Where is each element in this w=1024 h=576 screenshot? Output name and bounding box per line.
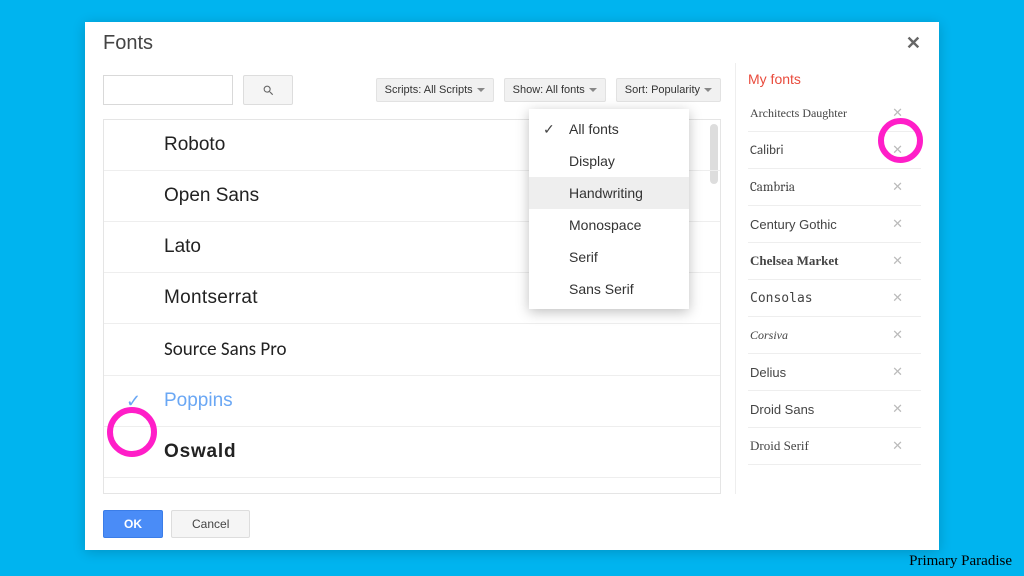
my-font-row[interactable]: Architects Daughter ✕ xyxy=(748,95,921,132)
font-name: Roboto xyxy=(164,134,225,156)
search-button[interactable] xyxy=(243,75,293,105)
my-font-row[interactable]: Century Gothic ✕ xyxy=(748,206,921,243)
search-icon xyxy=(262,84,275,97)
my-font-row[interactable]: Consolas ✕ xyxy=(748,280,921,317)
dropdown-item-label: Monospace xyxy=(569,217,641,233)
font-name: Source Sans Pro xyxy=(164,338,287,361)
search-input[interactable] xyxy=(103,75,233,105)
dialog-header: Fonts ✕ xyxy=(85,22,939,63)
check-icon: ✓ xyxy=(126,391,141,412)
scripts-filter[interactable]: Scripts: All Scripts xyxy=(376,78,494,102)
check-icon: ✓ xyxy=(543,121,555,138)
scripts-filter-label: Scripts: All Scripts xyxy=(385,84,473,96)
cancel-button[interactable]: Cancel xyxy=(171,510,250,538)
my-font-row[interactable]: Droid Serif ✕ xyxy=(748,428,921,465)
font-name: Montserrat xyxy=(164,287,258,309)
my-font-name: Corsiva xyxy=(750,328,788,343)
dropdown-item[interactable]: Handwriting xyxy=(529,177,689,209)
remove-font-icon[interactable]: ✕ xyxy=(892,216,903,232)
chevron-down-icon xyxy=(704,88,712,92)
my-font-name: Architects Daughter xyxy=(750,106,847,121)
show-dropdown: ✓ All fonts Display Handwriting Monospace Ser… xyxy=(529,109,689,309)
font-name: Lato xyxy=(164,236,201,258)
my-font-name: Consolas xyxy=(750,291,813,306)
font-name: Poppins xyxy=(164,390,233,412)
my-font-row[interactable]: Droid Sans ✕ xyxy=(748,391,921,428)
my-font-row[interactable]: Cambria ✕ xyxy=(748,169,921,206)
show-filter[interactable]: Show: All fonts xyxy=(504,78,606,102)
watermark: Primary Paradise xyxy=(909,553,1012,570)
my-font-row[interactable]: Delius ✕ xyxy=(748,354,921,391)
my-font-name: Chelsea Market xyxy=(750,253,838,269)
my-font-name: Droid Sans xyxy=(750,402,814,417)
dropdown-item[interactable]: Monospace xyxy=(529,209,689,241)
font-name: Open Sans xyxy=(164,185,259,207)
dropdown-item-label: Handwriting xyxy=(569,185,643,201)
dropdown-item[interactable]: Sans Serif xyxy=(529,273,689,305)
sort-filter-label: Sort: Popularity xyxy=(625,84,700,96)
my-font-row[interactable]: Calibri ✕ xyxy=(748,132,921,169)
dropdown-item-label: Sans Serif xyxy=(569,281,634,297)
dropdown-item-label: Serif xyxy=(569,249,598,265)
remove-font-icon[interactable]: ✕ xyxy=(892,253,903,269)
remove-font-icon[interactable]: ✕ xyxy=(892,290,903,306)
my-fonts-list[interactable]: Architects Daughter✕Calibri✕Cambria✕Cent… xyxy=(748,95,921,494)
chevron-down-icon xyxy=(589,88,597,92)
right-column: My fonts Architects Daughter✕Calibri✕Cam… xyxy=(735,63,921,494)
dialog-body: Scripts: All Scripts Show: All fonts Sor… xyxy=(85,63,939,500)
my-font-name: Calibri xyxy=(750,143,783,158)
dropdown-item-label: Display xyxy=(569,153,615,169)
show-filter-label: Show: All fonts xyxy=(513,84,585,96)
font-row[interactable]: ✓ Poppins xyxy=(104,376,720,427)
ok-button[interactable]: OK xyxy=(103,510,163,538)
chevron-down-icon xyxy=(477,88,485,92)
remove-font-icon[interactable]: ✕ xyxy=(892,327,903,343)
font-row[interactable]: Source Sans Pro xyxy=(104,324,720,376)
my-font-name: Cambria xyxy=(750,180,795,195)
my-font-name: Delius xyxy=(750,365,786,380)
my-font-name: Century Gothic xyxy=(750,217,837,232)
remove-font-icon[interactable]: ✕ xyxy=(892,401,903,417)
my-font-row[interactable]: Chelsea Market ✕ xyxy=(748,243,921,280)
remove-font-icon[interactable]: ✕ xyxy=(892,179,903,195)
dialog-footer: OK Cancel xyxy=(85,500,939,550)
dropdown-item[interactable]: ✓ All fonts xyxy=(529,113,689,145)
dropdown-item[interactable]: Serif xyxy=(529,241,689,273)
remove-font-icon[interactable]: ✕ xyxy=(892,438,903,454)
remove-font-icon[interactable]: ✕ xyxy=(892,142,903,158)
remove-font-icon[interactable]: ✕ xyxy=(892,364,903,380)
sort-filter[interactable]: Sort: Popularity xyxy=(616,78,721,102)
font-row[interactable]: Oswald xyxy=(104,427,720,478)
fonts-dialog: Fonts ✕ Scripts: All Scripts Show: All f… xyxy=(85,22,939,550)
my-font-row[interactable]: Corsiva ✕ xyxy=(748,317,921,354)
my-font-name: Droid Serif xyxy=(750,438,809,454)
font-name: Oswald xyxy=(164,441,236,463)
dropdown-item[interactable]: Display xyxy=(529,145,689,177)
my-fonts-title: My fonts xyxy=(748,69,921,95)
remove-font-icon[interactable]: ✕ xyxy=(892,105,903,121)
close-icon[interactable]: ✕ xyxy=(906,33,921,54)
dropdown-item-label: All fonts xyxy=(569,121,619,137)
dialog-title: Fonts xyxy=(103,32,153,55)
